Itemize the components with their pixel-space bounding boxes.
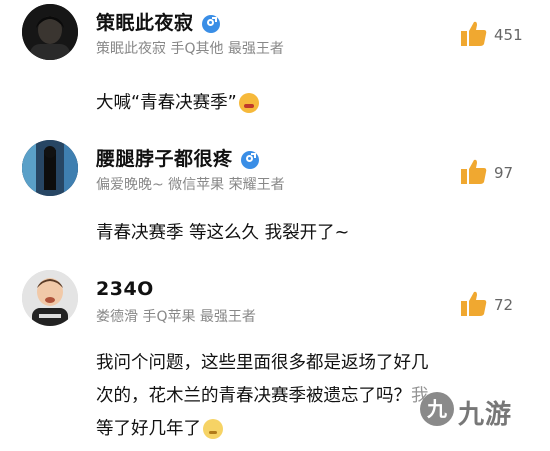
- sleepy-face-emoji: [203, 419, 223, 439]
- comment-text-line-3: 等了好几年了: [96, 412, 223, 446]
- user-meta: 娄德滑 手Q苹果 最强王者: [96, 309, 256, 325]
- like-count: 97: [494, 164, 514, 182]
- like-button[interactable]: 97: [460, 158, 540, 188]
- avatar[interactable]: [22, 270, 78, 326]
- username[interactable]: 234O: [96, 278, 154, 300]
- username[interactable]: 腰腿脖子都很疼: [96, 144, 259, 171]
- watermark-logo: 九: [420, 392, 454, 426]
- thumbs-up-icon: [461, 291, 487, 316]
- comment-1: 策眠此夜寂 策眠此夜寂 手Q其他 最强王者 451 大喊“青春决赛季”: [0, 0, 550, 130]
- like-count: 451: [494, 26, 523, 44]
- comment-2: 腰腿脖子都很疼 偏爱晚晚~ 微信苹果 荣耀王者 97 青春决赛季 等这么久 我裂…: [0, 136, 550, 266]
- watermark: 九 九游: [410, 380, 550, 440]
- comment-text-line-2: 次的，花木兰的青春决赛季被遗忘了吗？我: [96, 386, 429, 406]
- comment-text: 大喊“青春决赛季”: [96, 86, 259, 120]
- comment-text: 青春决赛季 等这么久 我裂开了~: [96, 223, 350, 243]
- avatar[interactable]: [22, 4, 78, 60]
- verified-icon: [240, 150, 259, 169]
- like-count: 72: [494, 296, 514, 314]
- thumbs-up-icon: [461, 21, 487, 46]
- comment-text-line-1: 我问个问题，这些里面很多都是返场了好几: [96, 353, 429, 373]
- user-meta: 策眠此夜寂 手Q其他 最强王者: [96, 41, 284, 57]
- watermark-text: 九游: [458, 400, 513, 430]
- verified-icon: [201, 14, 220, 33]
- thumbs-up-icon: [461, 159, 487, 184]
- angry-face-emoji: [238, 93, 259, 113]
- like-button[interactable]: 72: [460, 290, 540, 320]
- like-button[interactable]: 451: [460, 20, 540, 50]
- user-meta: 偏爱晚晚~ 微信苹果 荣耀王者: [96, 177, 285, 193]
- avatar[interactable]: [22, 140, 78, 196]
- username[interactable]: 策眠此夜寂: [96, 8, 220, 35]
